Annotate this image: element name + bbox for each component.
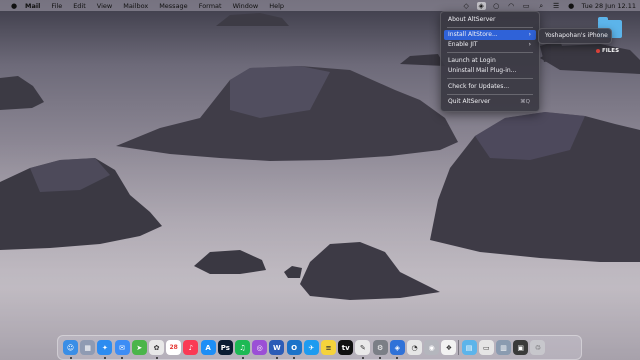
menu-edit[interactable]: Edit (73, 2, 86, 10)
menu-separator (447, 27, 533, 28)
circle-icon[interactable]: ○ (492, 2, 501, 10)
menu-item-label: Quit AltServer (448, 98, 491, 105)
red-tag-icon (596, 49, 600, 53)
battery-icon[interactable]: ▭ (522, 2, 531, 10)
dock-running-indicator (275, 357, 278, 359)
menu-item-label: About AltServer (448, 16, 496, 23)
menu-item-label: Uninstall Mail Plug-in... (448, 67, 517, 74)
dock-separator (457, 340, 459, 355)
apple-logo-icon[interactable]: ● (9, 2, 19, 10)
dock-podcasts-icon[interactable]: ◎ (252, 340, 268, 355)
chevron-right-icon: › (528, 41, 531, 48)
menu-item-about-altserver[interactable]: About AltServer (444, 15, 536, 25)
menu-bar: ● Mail File Edit View Mailbox Message Fo… (0, 0, 640, 11)
dock-running-indicator (379, 357, 382, 359)
siri-icon[interactable]: ● (567, 2, 576, 10)
dock-maps-icon[interactable]: ➤ (131, 340, 147, 355)
dock-trash-icon[interactable]: ♲ (530, 340, 546, 355)
menu-item-label: Install AltStore... (448, 31, 498, 38)
dock: ☺ ▦ ✦ ✉ ➤ ✿ 28 ♪ A Ps ♫ ◎ W O ✈ ≡ tv ✎ ⚙ ◈ ◔ ◉ ❖ ▤ ▭ ▥ ▣ ♲ (57, 335, 582, 360)
menu-item-quit-altserver[interactable]: Quit AltServer ⌘Q (444, 97, 536, 107)
dock-calendar-icon[interactable]: 28 (166, 340, 182, 355)
control-center-icon[interactable]: ☰ (552, 2, 561, 10)
install-altstore-submenu: Yoshapohan's iPhone (538, 28, 612, 44)
dock-running-indicator (396, 357, 399, 359)
dock-running-indicator (293, 357, 296, 359)
menu-item-label: Enable JIT (448, 41, 478, 48)
menu-separator (447, 78, 533, 79)
dock-photoshop-icon[interactable]: Ps (217, 340, 233, 355)
dock-outlook-icon[interactable]: O (286, 340, 302, 355)
dock-running-indicator (121, 357, 124, 359)
menu-item-launch-at-login[interactable]: Launch at Login (444, 56, 536, 66)
menu-item-label: Launch at Login (448, 57, 496, 64)
dock-app-store-icon[interactable]: A (200, 340, 216, 355)
chevron-right-icon: › (528, 31, 531, 38)
dock-music-icon[interactable]: ♪ (183, 340, 199, 355)
dock-camera-app-icon[interactable]: ▣ (513, 340, 529, 355)
dock-spotify-icon[interactable]: ♫ (235, 340, 250, 355)
menu-message[interactable]: Message (159, 2, 188, 10)
menu-file[interactable]: File (51, 2, 62, 10)
diamond-icon[interactable]: ◇ (462, 2, 471, 10)
menu-separator (447, 94, 533, 95)
dock-running-indicator (241, 357, 244, 359)
menu-item-label: Check for Updates... (448, 83, 510, 90)
dock-apple-tv-icon[interactable]: tv (338, 340, 354, 355)
dock-display-manager-icon[interactable]: ▥ (496, 340, 511, 355)
dock-word-icon[interactable]: W (269, 340, 285, 355)
dock-running-indicator (103, 357, 106, 359)
altserver-icon[interactable]: ◈ (476, 1, 486, 10)
menu-mailbox[interactable]: Mailbox (123, 2, 148, 10)
menu-item-check-for-updates[interactable]: Check for Updates... (444, 82, 536, 92)
dock-clipboard-app-icon[interactable]: ❖ (441, 340, 457, 355)
menu-view[interactable]: View (97, 2, 112, 10)
submenu-item-device[interactable]: Yoshapohan's iPhone (542, 31, 608, 41)
menu-app-name[interactable]: Mail (25, 2, 40, 10)
dock-altserver-icon[interactable]: ◈ (389, 340, 405, 355)
search-icon[interactable]: ⌕ (537, 2, 546, 10)
menu-item-install-altstore[interactable]: Install AltStore... › (444, 30, 536, 40)
dock-running-indicator (155, 357, 158, 359)
menu-help[interactable]: Help (269, 2, 284, 10)
dock-finder-icon[interactable]: ☺ (63, 340, 78, 355)
dock-messages-icon[interactable]: ✎ (355, 340, 371, 355)
dock-network-radar-icon[interactable]: ◉ (424, 340, 440, 355)
menu-item-enable-jit[interactable]: Enable JIT › (444, 40, 536, 50)
dock-safari-icon[interactable]: ✦ (97, 340, 113, 355)
dock-mail-icon[interactable]: ✉ (114, 340, 130, 355)
dock-photos-icon[interactable]: ✿ (149, 340, 164, 355)
menu-separator (447, 52, 533, 53)
dock-screenshot-app-icon[interactable]: ▭ (478, 340, 494, 355)
menu-format[interactable]: Format (199, 2, 222, 10)
wifi-icon[interactable]: ◠ (507, 2, 516, 10)
dock-notes-icon[interactable]: ≡ (321, 340, 336, 355)
wallpaper-rocks (0, 13, 640, 300)
dock-activity-monitor-icon[interactable]: ◔ (407, 340, 422, 355)
dock-launchpad-icon[interactable]: ▦ (80, 340, 96, 355)
dock-twitter-icon[interactable]: ✈ (303, 340, 319, 355)
menu-item-uninstall-mail-plugin[interactable]: Uninstall Mail Plug-in... (444, 66, 536, 76)
menu-shortcut: ⌘Q (520, 99, 530, 105)
altserver-menu: About AltServer Install AltStore... › En… (440, 11, 540, 112)
menubar-clock[interactable]: Tue 28 Jun 12.11 (582, 2, 636, 10)
dock-downloads-folder-icon[interactable]: ▤ (461, 340, 477, 355)
menu-window[interactable]: Window (233, 2, 259, 10)
dock-running-indicator (361, 357, 364, 359)
dock-system-preferences-icon[interactable]: ⚙ (372, 340, 388, 355)
dock-running-indicator (69, 357, 72, 359)
folder-label: FILES (602, 48, 620, 54)
